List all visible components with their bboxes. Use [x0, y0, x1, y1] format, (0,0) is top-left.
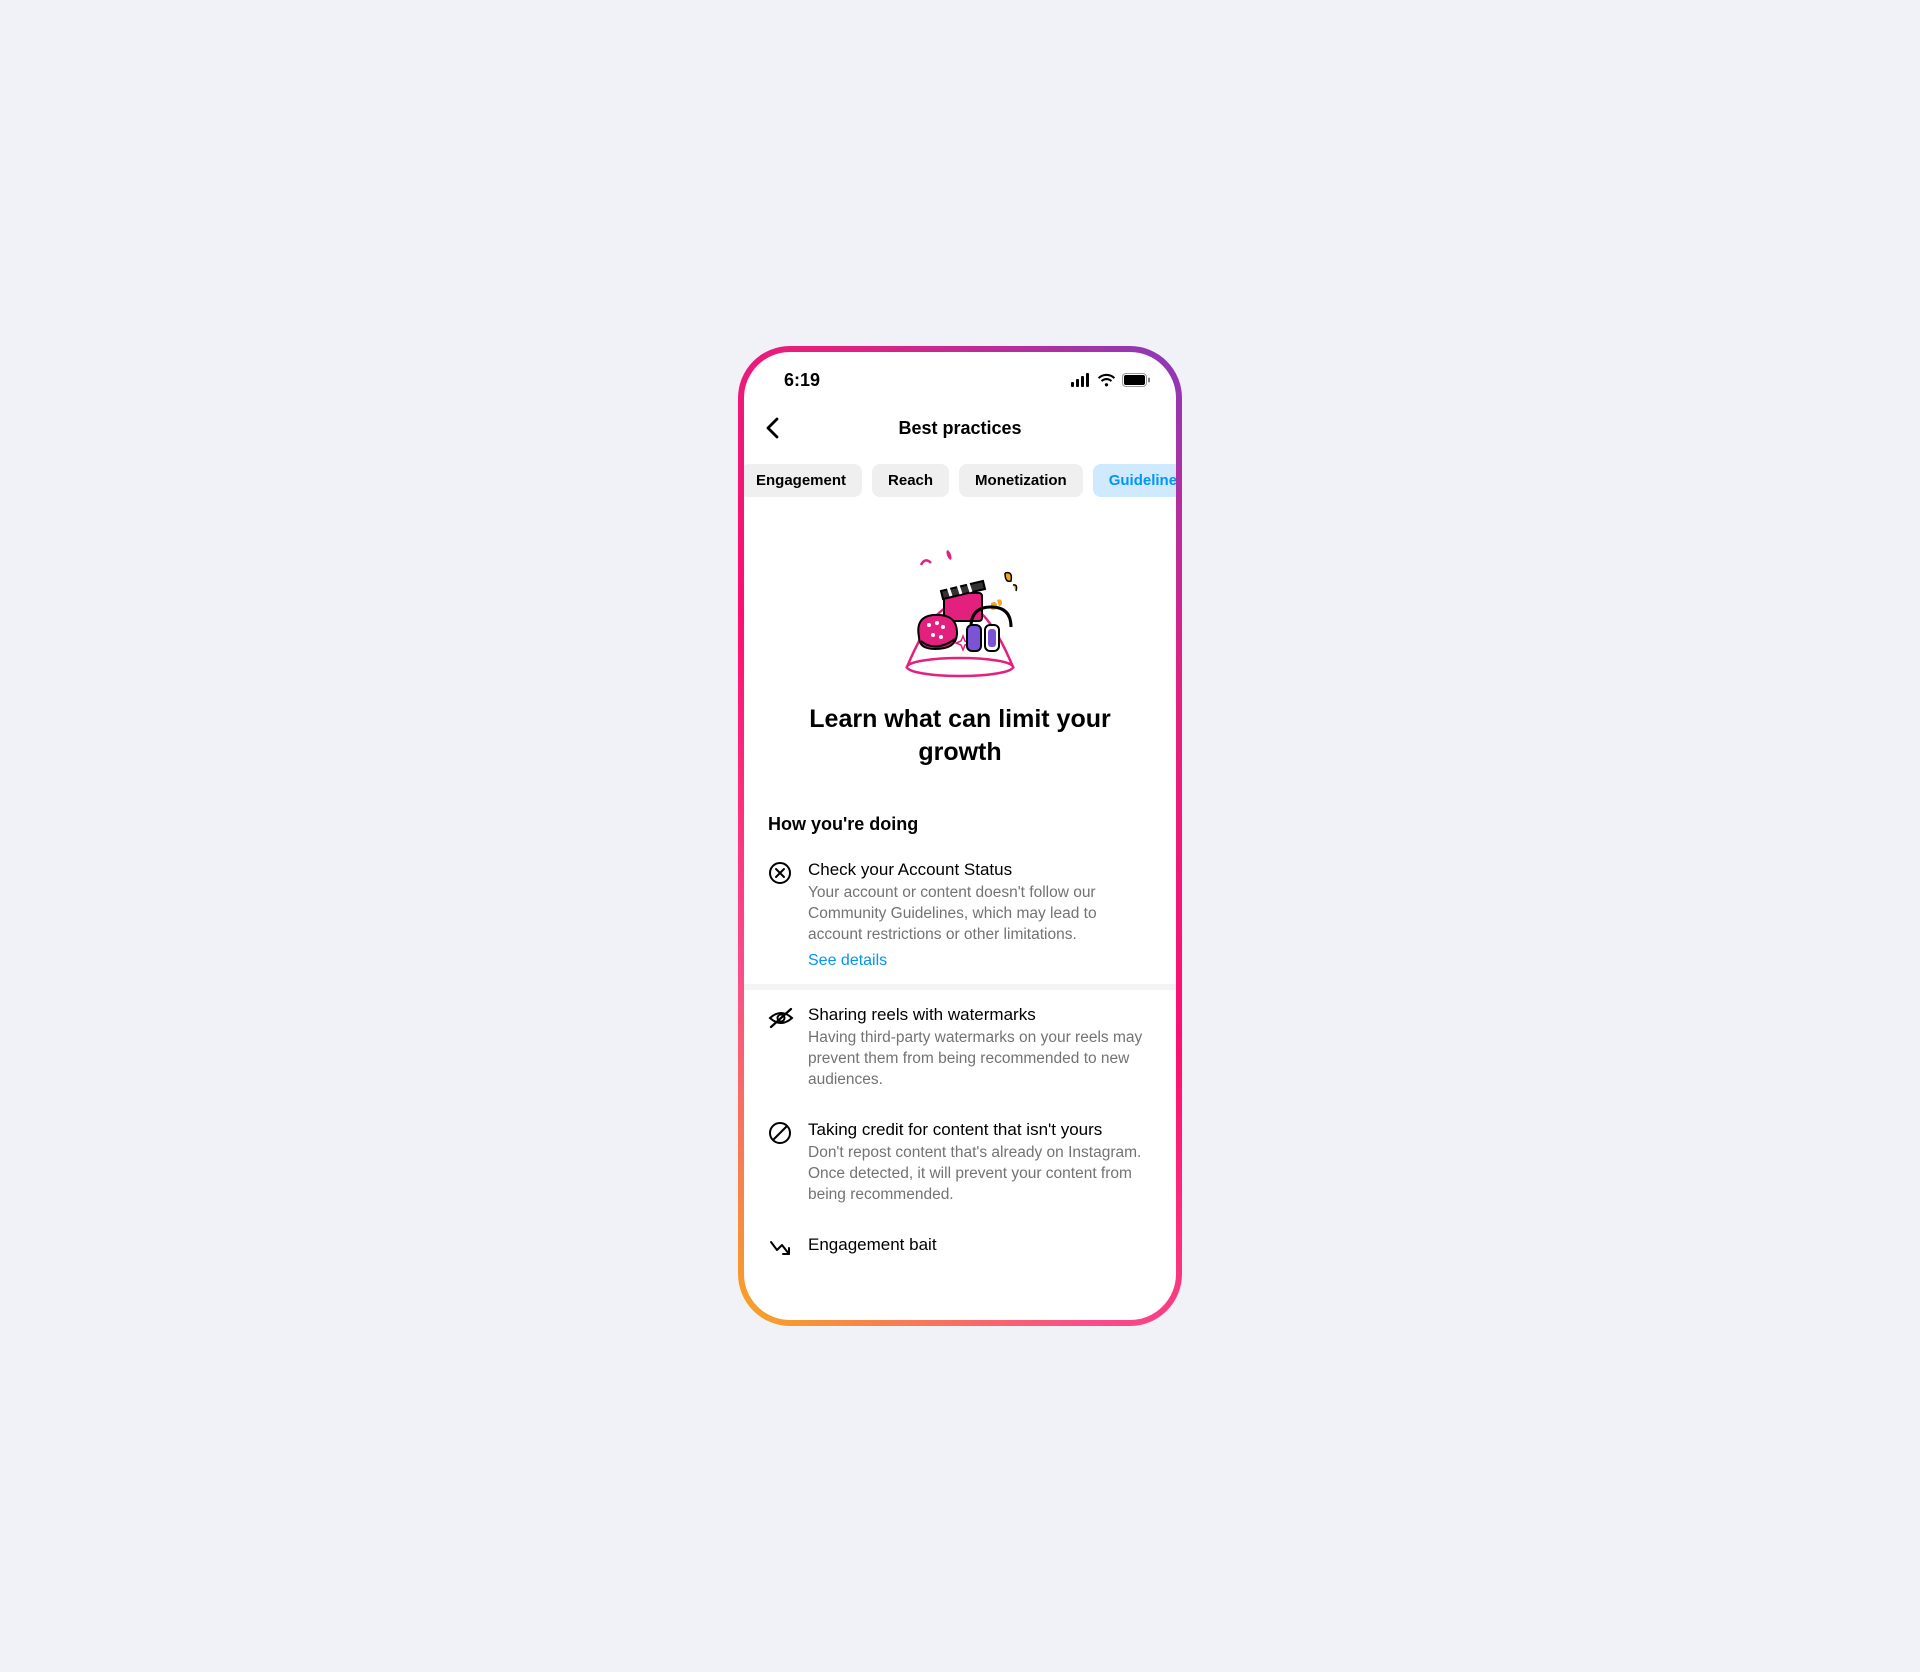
status-bar: 6:19: [744, 352, 1176, 402]
tabs-row: Engagement Reach Monetization Guidelines: [744, 454, 1176, 507]
list-item-account-status[interactable]: Check your Account Status Your account o…: [744, 845, 1176, 984]
content-scroll[interactable]: Learn what can limit your growth How you…: [744, 507, 1176, 1320]
hero: Learn what can limit your growth: [744, 507, 1176, 798]
list-item-body: Sharing reels with watermarks Having thi…: [808, 1004, 1152, 1091]
eye-off-icon: [768, 1006, 792, 1030]
back-button[interactable]: [758, 414, 786, 442]
list-item-watermarks[interactable]: Sharing reels with watermarks Having thi…: [744, 990, 1176, 1105]
block-icon: [768, 1121, 792, 1145]
item-title: Engagement bait: [808, 1234, 1152, 1256]
hero-illustration: [885, 549, 1035, 679]
tab-reach[interactable]: Reach: [872, 464, 949, 497]
item-description: Your account or content doesn't follow o…: [808, 883, 1152, 946]
hero-title: Learn what can limit your growth: [768, 703, 1152, 768]
tab-guidelines[interactable]: Guidelines: [1093, 464, 1176, 497]
phone-screen: 6:19 Best practice: [744, 352, 1176, 1320]
page-title: Best practices: [760, 418, 1160, 439]
tab-engagement[interactable]: Engagement: [744, 464, 862, 497]
status-icons: [1071, 373, 1150, 387]
item-description: Don't repost content that's already on I…: [808, 1143, 1152, 1206]
battery-icon: [1122, 373, 1150, 387]
list-item-body: Engagement bait: [808, 1234, 1152, 1260]
wifi-icon: [1097, 373, 1116, 387]
item-title: Taking credit for content that isn't you…: [808, 1119, 1152, 1141]
item-description: Having third-party watermarks on your re…: [808, 1028, 1152, 1091]
list-item-body: Taking credit for content that isn't you…: [808, 1119, 1152, 1206]
nav-header: Best practices: [744, 402, 1176, 454]
chevron-left-icon: [765, 417, 779, 439]
item-title: Check your Account Status: [808, 859, 1152, 881]
status-time: 6:19: [784, 370, 820, 391]
section-heading: How you're doing: [744, 798, 1176, 845]
error-circle-icon: [768, 861, 792, 885]
trend-down-icon: [768, 1236, 792, 1260]
phone-frame: 6:19 Best practice: [738, 346, 1182, 1326]
tab-monetization[interactable]: Monetization: [959, 464, 1083, 497]
list-item-credit[interactable]: Taking credit for content that isn't you…: [744, 1105, 1176, 1220]
list-item-body: Check your Account Status Your account o…: [808, 859, 1152, 970]
cellular-signal-icon: [1071, 373, 1091, 387]
see-details-link[interactable]: See details: [808, 952, 887, 970]
item-title: Sharing reels with watermarks: [808, 1004, 1152, 1026]
list-item-engagement-bait[interactable]: Engagement bait: [744, 1220, 1176, 1274]
